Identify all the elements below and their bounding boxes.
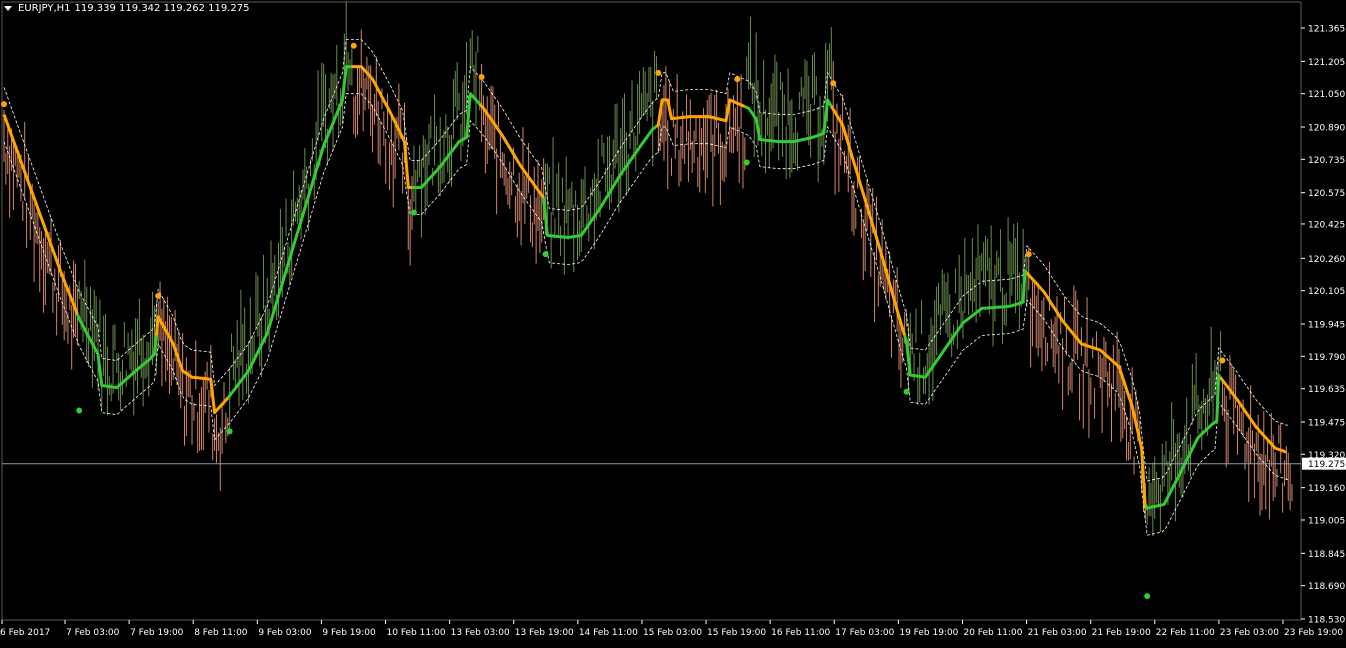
x-tick-label: 21 Feb 03:00 (1028, 628, 1087, 638)
uptrend-segment (542, 125, 658, 239)
price-chart[interactable]: 121.365 121.205 121.050 120.890 120.735 120.5… (0, 0, 1346, 644)
downtrend-segment (2, 113, 79, 315)
x-tick-label: 23 Feb 03:00 (1220, 628, 1279, 638)
ohlc-values: 119.339 119.342 119.262 119.275 (74, 3, 250, 14)
x-tick-label: 23 Feb 19:00 (1284, 628, 1343, 638)
y-tick-label: 120.425 (1308, 220, 1345, 230)
x-tick-label: 19 Feb 19:00 (899, 628, 958, 638)
y-tick-label: 119.635 (1308, 385, 1345, 395)
y-tick-label: 119.945 (1308, 321, 1345, 331)
sell-signal-dot (734, 76, 741, 83)
buy-signal-dot (76, 407, 83, 414)
downtrend-segment (655, 98, 746, 128)
trend-line (2, 65, 1287, 510)
x-tick-label: 6 Feb 2017 (0, 628, 50, 638)
y-axis: 121.365 121.205 121.050 120.890 120.735 120.5… (1301, 25, 1345, 626)
y-tick-label: 118.690 (1308, 582, 1345, 592)
x-tick-label: 7 Feb 19:00 (130, 628, 184, 638)
current-price-label: 119.275 (1302, 457, 1346, 470)
y-tick-label: 120.105 (1308, 287, 1345, 297)
y-tick-label: 119.790 (1308, 353, 1345, 363)
x-axis: 6 Feb 2017 7 Feb 03:00 7 Feb 19:00 8 Feb 11… (0, 620, 1343, 638)
y-tick-label: 120.890 (1308, 124, 1345, 134)
buy-signal-dot (1144, 593, 1151, 600)
sell-signal-dot (350, 42, 357, 49)
chart-title: EURJPY,H1 119.339 119.342 119.262 119.27… (4, 3, 249, 14)
dropdown-triangle-icon[interactable] (4, 6, 12, 11)
x-tick-label: 20 Feb 11:00 (963, 628, 1022, 638)
x-tick-label: 9 Feb 19:00 (322, 628, 376, 638)
x-tick-label: 9 Feb 03:00 (258, 628, 312, 638)
price-bars (3, 1, 1293, 537)
lower-band (3, 93, 1291, 536)
y-tick-label: 119.160 (1308, 484, 1345, 494)
uptrend-segment (903, 269, 1028, 379)
x-tick-label: 15 Feb 03:00 (643, 628, 702, 638)
price-label-text: 119.275 (1308, 460, 1345, 470)
x-tick-label: 13 Feb 19:00 (515, 628, 574, 638)
sell-signal-dot (478, 73, 485, 80)
y-tick-label: 119.475 (1308, 419, 1345, 429)
x-tick-label: 7 Feb 03:00 (66, 628, 120, 638)
x-tick-label: 21 Feb 19:00 (1092, 628, 1151, 638)
x-tick-label: 22 Feb 11:00 (1156, 628, 1215, 638)
uptrend-segment (75, 313, 158, 390)
y-tick-label: 121.365 (1308, 25, 1345, 35)
symbol-label: EURJPY,H1 (18, 3, 71, 14)
y-tick-label: 120.735 (1308, 156, 1345, 166)
chart-area[interactable]: 121.365 121.205 121.050 120.890 120.735 120.5… (0, 0, 1346, 644)
y-tick-label: 120.575 (1308, 189, 1345, 199)
x-tick-label: 16 Feb 11:00 (771, 628, 830, 638)
x-tick-label: 14 Feb 11:00 (579, 628, 638, 638)
sell-signal-dot (1, 101, 7, 108)
buy-signal-dot (743, 159, 750, 166)
x-tick-label: 17 Feb 03:00 (835, 628, 894, 638)
x-tick-label: 8 Feb 11:00 (194, 628, 248, 638)
y-tick-label: 120.260 (1308, 255, 1345, 265)
uptrend-segment (412, 92, 481, 189)
y-tick-label: 121.205 (1308, 58, 1345, 68)
downtrend-segment (1219, 376, 1287, 454)
sell-signal-dot (1219, 357, 1226, 364)
sell-signal-dot (655, 69, 662, 76)
buy-signal-dot (226, 428, 233, 435)
downtrend-segment (1025, 271, 1147, 509)
downtrend-segment (830, 105, 907, 336)
x-tick-label: 15 Feb 19:00 (707, 628, 766, 638)
y-tick-label: 121.050 (1308, 90, 1345, 100)
sell-signal-dot (1025, 251, 1032, 258)
y-tick-label: 118.845 (1308, 550, 1345, 560)
buy-signal-dot (410, 209, 417, 216)
sell-signal-dot (830, 80, 837, 87)
x-tick-label: 10 Feb 11:00 (387, 628, 446, 638)
sell-signal-dot (155, 292, 162, 299)
chart-frame (1, 1, 1302, 621)
y-tick-label: 119.005 (1308, 516, 1345, 526)
x-tick-label: 13 Feb 03:00 (451, 628, 510, 638)
buy-signal-dot (542, 251, 549, 258)
buy-signal-dot (903, 388, 910, 395)
y-tick-label: 118.530 (1308, 616, 1345, 626)
